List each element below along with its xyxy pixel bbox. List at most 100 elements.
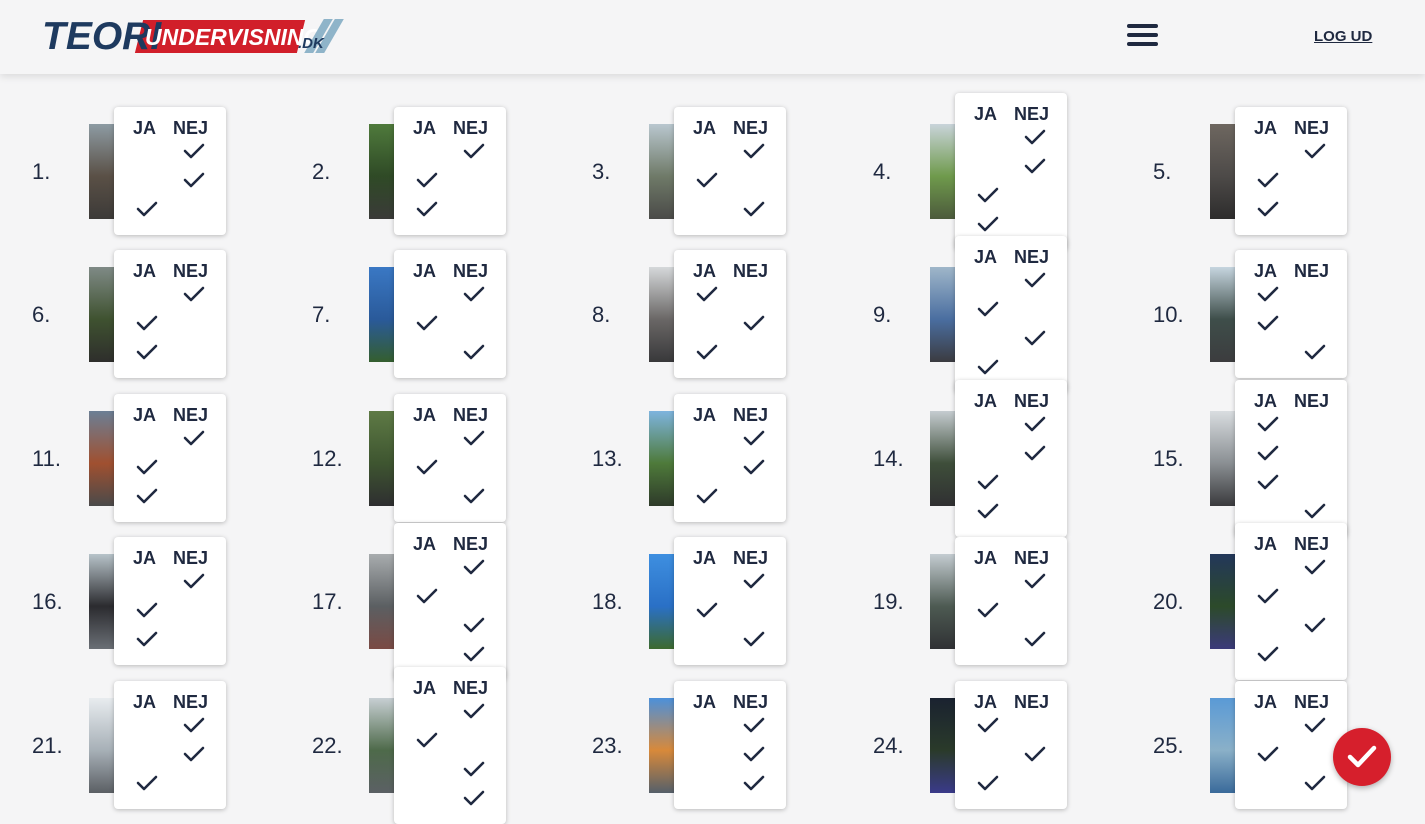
nej-check-icon[interactable] — [1024, 745, 1046, 763]
question-thumbnail[interactable] — [89, 124, 117, 219]
question-thumbnail[interactable] — [89, 698, 117, 793]
question-thumbnail[interactable] — [930, 554, 958, 649]
nej-check-icon[interactable] — [183, 716, 205, 734]
nej-check-icon[interactable] — [463, 645, 485, 663]
ja-check-icon[interactable] — [416, 200, 438, 218]
question-thumbnail[interactable] — [649, 698, 677, 793]
nej-check-icon[interactable] — [1024, 329, 1046, 347]
ja-check-icon[interactable] — [136, 200, 158, 218]
ja-check-icon[interactable] — [136, 458, 158, 476]
ja-check-icon[interactable] — [696, 343, 718, 361]
nej-check-icon[interactable] — [743, 142, 765, 160]
nej-check-icon[interactable] — [743, 630, 765, 648]
question-thumbnail[interactable] — [649, 267, 677, 362]
question-thumbnail[interactable] — [930, 124, 958, 219]
ja-check-icon[interactable] — [136, 601, 158, 619]
nej-check-icon[interactable] — [1024, 415, 1046, 433]
nej-check-icon[interactable] — [463, 487, 485, 505]
ja-check-icon[interactable] — [977, 716, 999, 734]
ja-check-icon[interactable] — [977, 358, 999, 376]
ja-check-icon[interactable] — [1257, 200, 1279, 218]
nej-check-icon[interactable] — [183, 572, 205, 590]
ja-check-icon[interactable] — [696, 171, 718, 189]
site-logo[interactable]: TEORI UNDERVISNING .DK — [42, 17, 344, 57]
nej-check-icon[interactable] — [1024, 128, 1046, 146]
nej-check-icon[interactable] — [1304, 558, 1326, 576]
nej-check-icon[interactable] — [743, 716, 765, 734]
nej-check-icon[interactable] — [463, 343, 485, 361]
ja-check-icon[interactable] — [1257, 444, 1279, 462]
nej-check-icon[interactable] — [463, 285, 485, 303]
question-thumbnail[interactable] — [649, 411, 677, 506]
nej-check-icon[interactable] — [183, 429, 205, 447]
ja-check-icon[interactable] — [416, 587, 438, 605]
ja-check-icon[interactable] — [416, 171, 438, 189]
question-thumbnail[interactable] — [649, 124, 677, 219]
ja-check-icon[interactable] — [136, 314, 158, 332]
ja-check-icon[interactable] — [416, 458, 438, 476]
ja-check-icon[interactable] — [696, 487, 718, 505]
question-thumbnail[interactable] — [369, 554, 397, 649]
nej-check-icon[interactable] — [1304, 716, 1326, 734]
ja-check-icon[interactable] — [136, 630, 158, 648]
nej-check-icon[interactable] — [183, 142, 205, 160]
question-thumbnail[interactable] — [369, 267, 397, 362]
question-thumbnail[interactable] — [369, 124, 397, 219]
question-thumbnail[interactable] — [930, 411, 958, 506]
nej-check-icon[interactable] — [463, 558, 485, 576]
question-thumbnail[interactable] — [1210, 698, 1238, 793]
ja-check-icon[interactable] — [977, 601, 999, 619]
ja-check-icon[interactable] — [1257, 473, 1279, 491]
question-thumbnail[interactable] — [649, 554, 677, 649]
submit-check-button[interactable] — [1333, 728, 1391, 786]
nej-check-icon[interactable] — [1024, 157, 1046, 175]
nej-check-icon[interactable] — [463, 429, 485, 447]
ja-check-icon[interactable] — [1257, 415, 1279, 433]
ja-check-icon[interactable] — [1257, 314, 1279, 332]
ja-check-icon[interactable] — [696, 285, 718, 303]
nej-check-icon[interactable] — [463, 789, 485, 807]
ja-check-icon[interactable] — [416, 314, 438, 332]
logout-link[interactable]: LOG UD — [1314, 28, 1372, 45]
question-thumbnail[interactable] — [89, 267, 117, 362]
nej-check-icon[interactable] — [1024, 572, 1046, 590]
hamburger-menu-icon[interactable] — [1126, 24, 1160, 50]
nej-check-icon[interactable] — [1024, 271, 1046, 289]
nej-check-icon[interactable] — [1304, 142, 1326, 160]
nej-check-icon[interactable] — [463, 702, 485, 720]
question-thumbnail[interactable] — [1210, 411, 1238, 506]
ja-check-icon[interactable] — [1257, 645, 1279, 663]
nej-check-icon[interactable] — [1024, 444, 1046, 462]
ja-check-icon[interactable] — [1257, 587, 1279, 605]
nej-check-icon[interactable] — [743, 774, 765, 792]
nej-check-icon[interactable] — [463, 142, 485, 160]
nej-check-icon[interactable] — [743, 200, 765, 218]
question-thumbnail[interactable] — [1210, 554, 1238, 649]
question-thumbnail[interactable] — [930, 267, 958, 362]
ja-check-icon[interactable] — [136, 343, 158, 361]
ja-check-icon[interactable] — [136, 487, 158, 505]
nej-check-icon[interactable] — [743, 314, 765, 332]
nej-check-icon[interactable] — [743, 745, 765, 763]
ja-check-icon[interactable] — [977, 186, 999, 204]
ja-check-icon[interactable] — [1257, 745, 1279, 763]
ja-check-icon[interactable] — [1257, 285, 1279, 303]
nej-check-icon[interactable] — [743, 572, 765, 590]
nej-check-icon[interactable] — [183, 171, 205, 189]
nej-check-icon[interactable] — [463, 760, 485, 778]
nej-check-icon[interactable] — [1304, 774, 1326, 792]
nej-check-icon[interactable] — [743, 458, 765, 476]
nej-check-icon[interactable] — [743, 429, 765, 447]
nej-check-icon[interactable] — [1304, 343, 1326, 361]
question-thumbnail[interactable] — [369, 411, 397, 506]
question-thumbnail[interactable] — [1210, 124, 1238, 219]
nej-check-icon[interactable] — [183, 285, 205, 303]
nej-check-icon[interactable] — [1024, 630, 1046, 648]
nej-check-icon[interactable] — [183, 745, 205, 763]
question-thumbnail[interactable] — [89, 411, 117, 506]
ja-check-icon[interactable] — [416, 731, 438, 749]
nej-check-icon[interactable] — [1304, 502, 1326, 520]
nej-check-icon[interactable] — [1304, 616, 1326, 634]
question-thumbnail[interactable] — [930, 698, 958, 793]
question-thumbnail[interactable] — [1210, 267, 1238, 362]
